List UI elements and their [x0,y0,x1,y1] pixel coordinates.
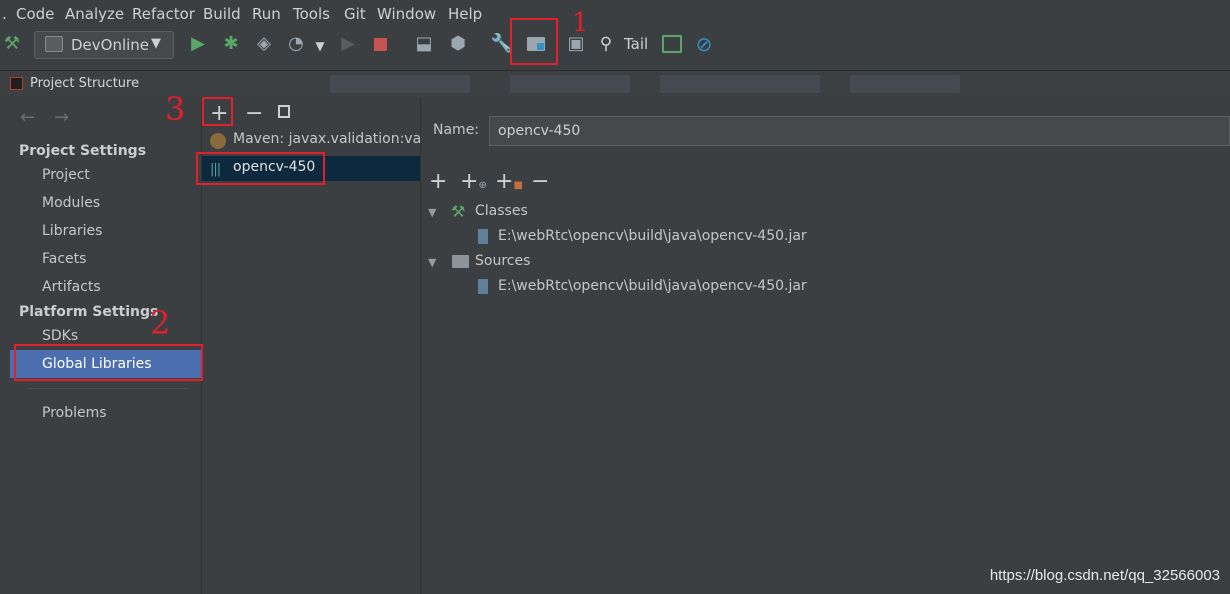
annotation-mark-3: 3 [165,90,186,128]
menu-build[interactable]: Build [203,5,241,23]
annotation-box-project-structure [510,18,558,65]
back-arrow-icon[interactable]: ← [20,107,35,128]
search-icon[interactable]: ⚲ [594,32,618,56]
sidebar-divider [28,388,188,389]
menu-help[interactable]: Help [448,5,482,23]
menu-overflow[interactable]: . [2,5,7,23]
sidebar-item-modules[interactable]: Modules [42,195,100,211]
watermark: https://blog.csdn.net/qq_32566003 [989,567,1220,584]
classes-node[interactable]: Classes [475,203,528,219]
block-icon[interactable]: ⊘ [692,32,716,56]
sources-jar-path[interactable]: E:\webRtc\opencv\build\java\opencv-450.j… [498,278,807,294]
profile-dropdown-icon[interactable]: ▼ [308,34,332,58]
attach-jar-button[interactable]: +■ [495,169,523,194]
menu-run[interactable]: Run [252,5,281,23]
menu-git[interactable]: Git [344,5,366,23]
annotation-mark-1: 1 [572,8,589,38]
resume-icon: ▶ [341,33,355,54]
remove-root-button[interactable]: − [531,169,549,194]
name-label: Name: [433,122,480,138]
run-config-label: DevOnline [71,36,150,54]
annotation-box-global-libraries [14,344,203,381]
debug-icon[interactable]: ✱ [219,32,243,56]
library-item-maven[interactable]: Maven: javax.validation:valid [202,129,420,153]
library-name-field[interactable] [489,116,1230,146]
chevron-down-icon: ▼ [151,36,161,51]
expand-classes-icon[interactable]: ▼ [428,206,436,219]
app-logo-icon [10,77,23,90]
run-config-icon [45,36,63,52]
sidebar-item-problems[interactable]: Problems [42,405,107,421]
maven-library-icon [210,133,226,149]
sources-node[interactable]: Sources [475,253,530,269]
sidebar-item-facets[interactable]: Facets [42,251,86,267]
sidebar-item-libraries[interactable]: Libraries [42,223,102,239]
sidebar-item-sdks[interactable]: SDKs [42,328,78,344]
menu-refactor[interactable]: Refactor [132,5,195,23]
dialog-title: Project Structure [30,76,140,91]
folder-icon [452,255,469,268]
attach-debugger-icon[interactable]: ⬓ [412,32,436,56]
attach-classes-button[interactable]: +⊕ [460,169,487,194]
menu-window[interactable]: Window [377,5,436,23]
project-settings-title: Project Settings [19,143,147,159]
annotation-box-opencv [196,152,325,185]
main-toolbar: ⚒ DevOnline ▼ ▶ ✱ ◈ ◔ ▼ ▶ ⬓ ⬢ 🔧 ▣ ⚲ Tail… [0,28,1230,68]
coverage-icon[interactable]: ◈ [252,32,276,56]
tail-button[interactable]: Tail [624,35,648,53]
annotation-mark-2: 2 [150,304,171,342]
menu-analyze[interactable]: Analyze [65,5,124,23]
menu-tools[interactable]: Tools [293,5,330,23]
library-label: Maven: javax.validation:valid [233,131,420,147]
menu-bar: . Code Analyze Refactor Build Run Tools … [0,0,1230,28]
monitor-chart-icon[interactable] [660,32,684,56]
hammer-icon: ⚒ [451,202,466,221]
classes-jar-path[interactable]: E:\webRtc\opencv\build\java\opencv-450.j… [498,228,807,244]
menu-code[interactable]: Code [16,5,54,23]
annotation-box-add [202,97,233,126]
platform-settings-title: Platform Settings [19,304,159,320]
expand-sources-icon[interactable]: ▼ [428,256,436,269]
run-icon[interactable]: ▶ [186,32,210,56]
profile-icon[interactable]: ◔ [284,32,308,56]
run-config-select[interactable]: DevOnline ▼ [34,31,174,59]
add-root-button[interactable]: + [429,169,447,194]
sidebar-item-project[interactable]: Project [42,167,90,183]
forward-arrow-icon[interactable]: → [54,107,69,128]
background-editor-tabs [330,71,1230,97]
copy-icon[interactable] [278,105,290,118]
jar-icon [478,279,488,294]
remove-library-button[interactable]: − [245,101,263,126]
package-icon[interactable]: ⬢ [446,32,470,56]
jar-icon [478,229,488,244]
stop-icon[interactable] [368,32,392,56]
sidebar-item-artifacts[interactable]: Artifacts [42,279,101,295]
build-hammer-icon[interactable]: ⚒ [0,32,24,56]
